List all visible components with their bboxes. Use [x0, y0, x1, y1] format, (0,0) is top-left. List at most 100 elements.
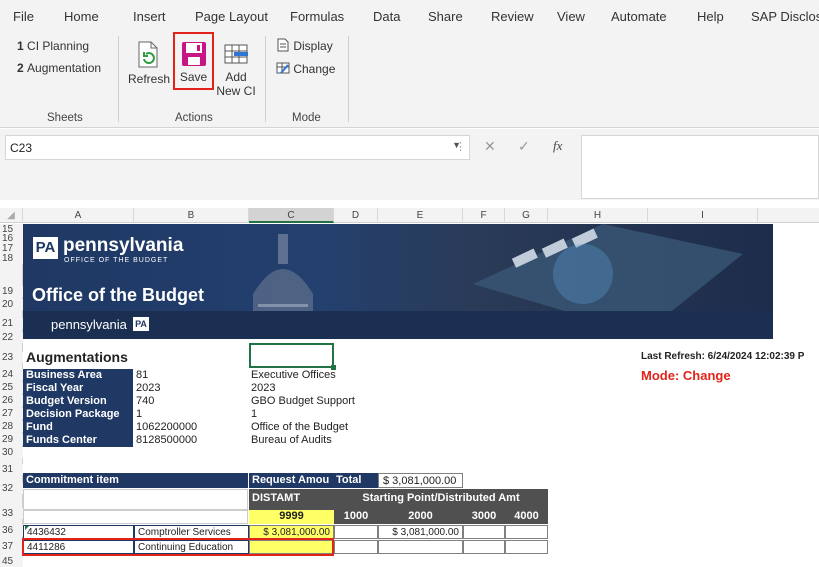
menu-review[interactable]: Review — [491, 9, 534, 24]
edit-table-icon — [276, 62, 290, 74]
add-new-ci-button[interactable]: Add New CI — [216, 34, 256, 110]
save-button[interactable]: Save — [173, 32, 214, 90]
row-header[interactable]: 36 — [0, 525, 23, 536]
floppy-disk-icon — [181, 42, 206, 66]
row-header[interactable]: 22 — [0, 332, 23, 343]
info-code[interactable]: 81 — [136, 369, 148, 382]
logo-subtitle: OFFICE OF THE BUDGET — [64, 257, 169, 264]
row-header[interactable]: 21 — [0, 318, 23, 329]
group-divider — [348, 36, 349, 122]
info-code[interactable]: 1062200000 — [136, 421, 197, 434]
menu-insert[interactable]: Insert — [133, 9, 166, 24]
menu-data[interactable]: Data — [373, 9, 400, 24]
info-label: Fund — [23, 421, 133, 434]
sheet-label: Augmentation — [27, 61, 102, 75]
display-mode-button[interactable]: Display — [276, 38, 333, 53]
cancel-icon[interactable]: ✕ — [484, 138, 496, 155]
commitment-item-spacer — [23, 489, 248, 510]
document-icon — [277, 38, 289, 52]
commitment-name[interactable]: Comptroller Services — [134, 525, 249, 539]
row-header[interactable]: 27 — [0, 408, 23, 419]
active-cell-c23[interactable] — [249, 343, 336, 370]
add-label-line2: New CI — [216, 84, 256, 98]
amount-1000-cell[interactable] — [334, 525, 378, 539]
menu-file[interactable]: File — [13, 9, 34, 24]
row-header[interactable]: 18 — [0, 253, 23, 264]
formula-input[interactable] — [581, 135, 819, 199]
banner-title: Office of the Budget — [32, 285, 204, 305]
menu-share[interactable]: Share — [428, 9, 463, 24]
total-label: Total — [334, 473, 378, 488]
refresh-button[interactable]: Refresh — [128, 34, 170, 94]
error-indicator-icon[interactable] — [25, 526, 29, 530]
row-header[interactable]: 33 — [0, 508, 23, 519]
amount-3000-cell[interactable] — [463, 525, 505, 539]
total-value[interactable]: $ 3,081,000.00 — [378, 473, 463, 488]
row-header[interactable]: 31 — [0, 464, 23, 475]
sheet-link-augmentation[interactable]: 2 Augmentation — [17, 61, 101, 75]
col-header-i[interactable]: I — [648, 208, 758, 223]
sheet-label: CI Planning — [27, 39, 90, 53]
enter-icon[interactable]: ✓ — [518, 138, 530, 155]
row-header[interactable]: 25 — [0, 382, 23, 393]
formula-bar-divider: ⋮ — [455, 141, 466, 153]
amount-2000-cell[interactable] — [378, 540, 463, 554]
starting-point-header: Starting Point/Distributed Amt — [334, 489, 548, 510]
row-header[interactable]: 30 — [0, 447, 23, 458]
group-divider — [265, 36, 266, 122]
row-header[interactable]: 19 — [0, 286, 23, 297]
menu-sap-disclosure[interactable]: SAP Disclos — [751, 9, 819, 24]
info-desc: Executive Offices — [251, 369, 336, 381]
col-header-g[interactable]: G — [505, 208, 548, 223]
amount-4000-cell[interactable] — [505, 540, 548, 554]
amount-4000-cell[interactable] — [505, 525, 548, 539]
row-header[interactable]: 28 — [0, 421, 23, 432]
info-code[interactable]: 1 — [136, 408, 142, 421]
name-box[interactable]: C23 ▼ — [5, 135, 470, 160]
refresh-label: Refresh — [128, 72, 171, 86]
menu-automate[interactable]: Automate — [611, 9, 667, 24]
col-header-a[interactable]: A — [23, 208, 134, 223]
change-mode-button[interactable]: Change — [276, 61, 335, 76]
name-box-value: C23 — [10, 141, 33, 155]
function-icon[interactable]: fx — [553, 138, 562, 154]
select-all-corner[interactable]: ◢ — [0, 208, 23, 223]
last-refresh-text: Last Refresh: 6/24/2024 12:02:39 P — [641, 351, 805, 362]
col-header-f[interactable]: F — [463, 208, 505, 223]
menu-formulas[interactable]: Formulas — [290, 9, 344, 24]
row-header[interactable]: 24 — [0, 369, 23, 380]
col-header-d[interactable]: D — [334, 208, 378, 223]
row-header[interactable]: 20 — [0, 299, 23, 310]
ribbon: 1 CI Planning 2 Augmentation Sheets Refr… — [0, 32, 819, 128]
info-code[interactable]: 2023 — [136, 382, 160, 395]
col-header-c[interactable]: C — [249, 208, 334, 223]
row-header[interactable]: 45 — [0, 556, 23, 567]
col-header-b[interactable]: B — [134, 208, 249, 223]
col-4000-header: 4000 — [505, 510, 548, 524]
info-code[interactable]: 740 — [136, 395, 154, 408]
row-header[interactable]: 23 — [0, 352, 23, 363]
pennsylvania-wordmark: pennsylvania — [63, 235, 184, 256]
sheet-link-ci-planning[interactable]: 1 CI Planning — [17, 39, 89, 53]
amount-2000-cell[interactable]: $ 3,081,000.00 — [378, 525, 463, 539]
menu-help[interactable]: Help — [697, 9, 724, 24]
menu-home[interactable]: Home — [64, 9, 99, 24]
col-header-h[interactable]: H — [548, 208, 648, 223]
col-header-e[interactable]: E — [378, 208, 463, 223]
request-amount-cell[interactable]: $ 3,081,000.00 — [249, 525, 334, 539]
info-code[interactable]: 8128500000 — [136, 434, 197, 447]
menu-page-layout[interactable]: Page Layout — [195, 9, 268, 24]
sheet-num: 1 — [17, 39, 24, 53]
display-label: Display — [293, 39, 333, 53]
info-label: Decision Package — [23, 408, 133, 421]
commitment-code[interactable]: 4436432 — [23, 525, 134, 539]
row-header[interactable]: 32 — [0, 483, 23, 494]
row-header[interactable]: 26 — [0, 395, 23, 406]
menu-view[interactable]: View — [557, 9, 585, 24]
row-header[interactable]: 37 — [0, 541, 23, 552]
amount-3000-cell[interactable] — [463, 540, 505, 554]
row-header[interactable]: 29 — [0, 434, 23, 445]
col-1000-header: 1000 — [334, 510, 378, 524]
group-sheets-label: Sheets — [47, 112, 83, 124]
amount-1000-cell[interactable] — [334, 540, 378, 554]
